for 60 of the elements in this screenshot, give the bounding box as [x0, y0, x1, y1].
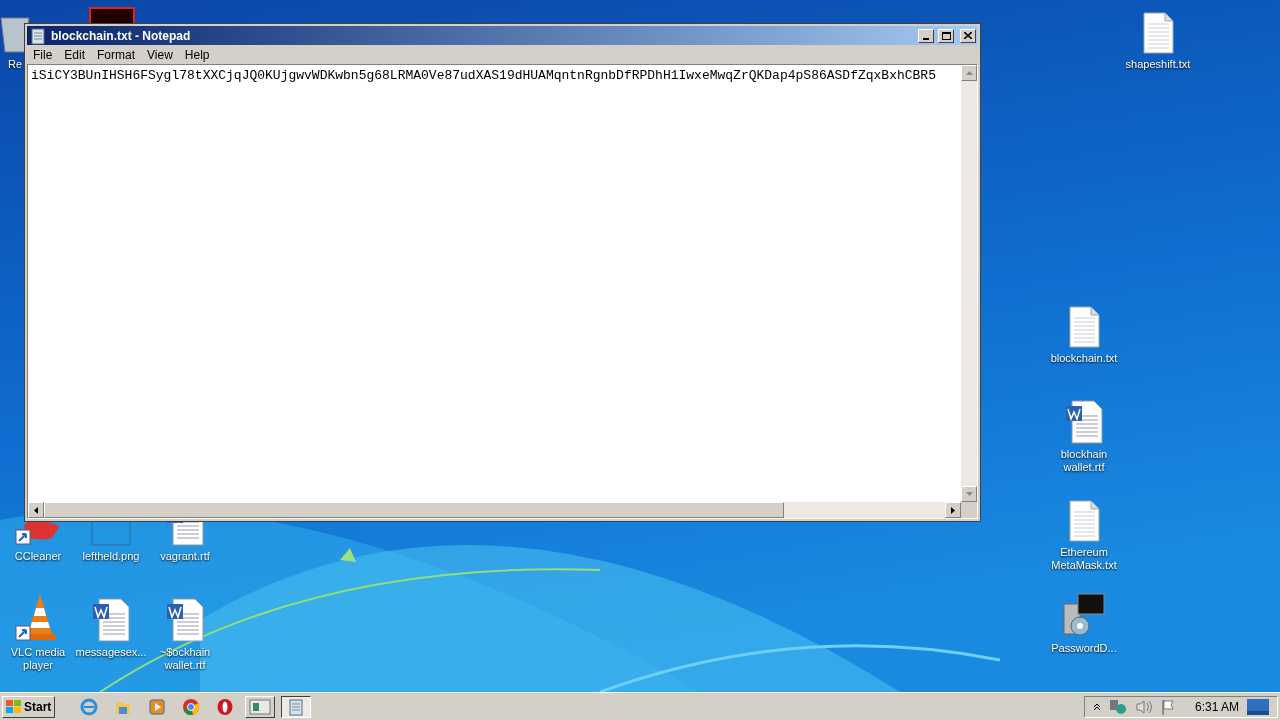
maximize-button[interactable]	[938, 28, 954, 43]
document-icon	[1068, 306, 1100, 348]
taskbar-button[interactable]	[281, 695, 312, 718]
flag-icon[interactable]	[1160, 698, 1177, 715]
speaker-icon[interactable]	[1134, 698, 1153, 715]
word-document-icon	[165, 598, 205, 642]
close-icon	[964, 32, 972, 39]
chevron-up-icon[interactable]	[1092, 702, 1101, 711]
clock[interactable]: 6:31 AM	[1194, 697, 1239, 716]
opera-icon	[216, 697, 235, 716]
windows-logo-icon	[6, 699, 22, 714]
installer-icon	[1060, 592, 1108, 638]
scroll-up-button[interactable]	[961, 65, 977, 81]
up-arrow-icon	[965, 71, 973, 75]
menu-item[interactable]: Help	[178, 45, 216, 64]
right-arrow-icon	[951, 506, 955, 514]
chrome-icon	[182, 697, 201, 716]
menu-item[interactable]: File	[27, 45, 59, 64]
close-button[interactable]	[960, 28, 976, 43]
document-icon	[1142, 12, 1174, 54]
icon-label[interactable]: Ethereum MetaMask.txt	[1046, 546, 1122, 572]
down-arrow-icon	[965, 492, 973, 496]
icon-label[interactable]: vagrant.rtf	[160, 550, 210, 563]
browser-e-icon	[80, 697, 99, 716]
icon-label[interactable]: blockhain wallet.rtf	[1046, 448, 1122, 474]
word-document-icon	[165, 522, 205, 546]
word-document-icon	[1064, 400, 1104, 444]
left-arrow-icon	[34, 506, 38, 514]
image-file-icon	[91, 522, 131, 546]
window-title: blockchain.txt - Notepad	[51, 27, 191, 45]
ccleaner-icon	[14, 522, 62, 546]
menu-item[interactable]: Edit	[58, 45, 92, 64]
window-icon	[249, 698, 272, 715]
notepad-icon	[287, 697, 306, 716]
scroll-down-button[interactable]	[961, 486, 977, 502]
scroll-thumb[interactable]	[44, 502, 784, 518]
size-grip[interactable]	[961, 502, 977, 518]
network-icon[interactable]	[1108, 698, 1127, 715]
notepad-icon	[29, 26, 47, 45]
play-icon	[148, 697, 167, 716]
show-desktop-icon[interactable]	[1247, 698, 1269, 715]
menu-item[interactable]: View	[141, 45, 179, 64]
icon-label[interactable]: blockchain.txt	[1050, 352, 1118, 365]
horizontal-scrollbar[interactable]	[28, 502, 961, 518]
document-text: iSiCY3BUnIHSH6FSygl78tXXCjqJQ0KUjgwvWDKwbn5g68LRMA0Ve87udXAS19dHUAMqntnRgnbDfRPDhH1IwxeMwqZrQKDap4pS86ASDfZqxBxhCBR5	[31, 68, 936, 83]
icon-label[interactable]: PasswordD...	[1051, 642, 1117, 655]
icon-label[interactable]: Re	[7, 58, 23, 71]
document-icon	[1068, 500, 1100, 542]
maximize-icon	[941, 31, 951, 40]
icon-label[interactable]: CCleaner	[14, 550, 62, 563]
minimize-button[interactable]	[918, 28, 934, 43]
start-button[interactable]: Start	[2, 695, 56, 718]
icon-label[interactable]: shapeshift.txt	[1125, 58, 1191, 71]
icon-label[interactable]: leftheld.png	[82, 550, 140, 563]
word-document-icon	[91, 598, 131, 642]
scroll-left-button[interactable]	[28, 502, 44, 518]
menu-item[interactable]: Format	[91, 45, 142, 64]
minimize-icon	[923, 37, 929, 40]
scroll-right-button[interactable]	[945, 502, 961, 518]
vertical-scrollbar[interactable]	[961, 65, 977, 502]
